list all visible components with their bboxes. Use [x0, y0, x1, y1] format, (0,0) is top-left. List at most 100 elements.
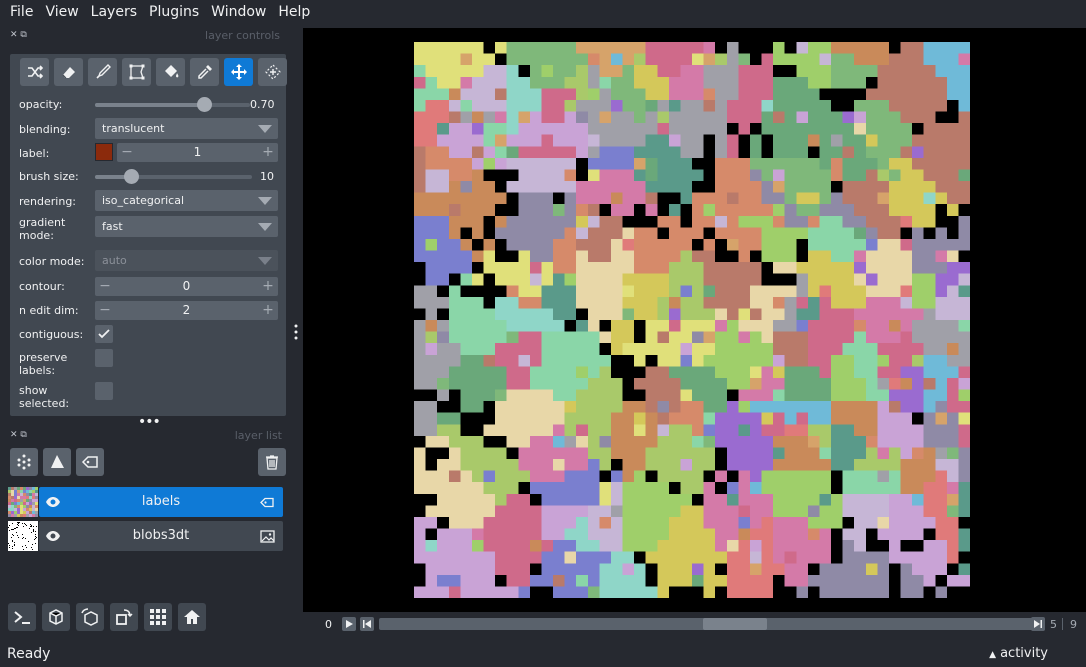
- step-forward-icon: [1034, 620, 1042, 628]
- grid-icon: [150, 609, 166, 625]
- label-tools: [20, 58, 290, 88]
- brush-size-label: brush size:: [19, 170, 79, 183]
- gradient-mode-label: gradient mode:: [19, 216, 66, 242]
- menu-view[interactable]: View: [39, 4, 84, 20]
- fill-button[interactable]: [156, 58, 185, 86]
- status-bar: Ready ▲ activity: [0, 641, 1086, 667]
- dock-splitter-handle[interactable]: [293, 322, 299, 342]
- viewer-canvas[interactable]: [303, 28, 1086, 612]
- pan-zoom-button[interactable]: [224, 58, 253, 86]
- new-labels-layer-button[interactable]: [76, 448, 104, 476]
- rendering-value: iso_categorical: [102, 194, 185, 207]
- chevron-down-icon: [258, 125, 272, 133]
- layer-item-labels[interactable]: labels: [8, 487, 283, 517]
- decrement-icon[interactable]: −: [95, 301, 115, 320]
- menu-plugins[interactable]: Plugins: [143, 4, 205, 20]
- cube-3d-icon: [49, 609, 63, 625]
- reset-view-button[interactable]: [178, 603, 206, 631]
- dock-close-float-icons[interactable]: ✕ ⧉: [10, 430, 27, 440]
- n-edit-dim-label: n edit dim:: [19, 304, 79, 317]
- menu-layers[interactable]: Layers: [85, 4, 143, 20]
- contiguous-checkbox[interactable]: [95, 325, 113, 343]
- layer-thumbnail: [8, 487, 38, 517]
- color-picker-icon: [197, 65, 212, 79]
- label-color-swatch[interactable]: [95, 143, 113, 161]
- console-button[interactable]: [8, 603, 36, 631]
- decrement-icon[interactable]: −: [117, 143, 137, 162]
- gradient-mode-value: fast: [102, 220, 123, 233]
- preserve-labels-checkbox[interactable]: [95, 349, 113, 367]
- increment-icon[interactable]: +: [258, 277, 278, 296]
- delete-layer-button[interactable]: [258, 448, 286, 476]
- label-spinbox[interactable]: − 1 +: [117, 143, 278, 162]
- increment-icon[interactable]: +: [258, 301, 278, 320]
- labels-image[interactable]: [414, 42, 970, 598]
- n-edit-dim-spinbox[interactable]: − 2 +: [95, 301, 278, 320]
- layer-item-body[interactable]: blobs3dt: [39, 521, 283, 551]
- layer-thumbnail: [8, 521, 38, 551]
- dims-max-value: 9: [1070, 618, 1077, 631]
- layer-item-body[interactable]: labels: [39, 487, 283, 517]
- grid-view-button[interactable]: [144, 603, 172, 631]
- layer-name[interactable]: blobs3dt: [69, 528, 253, 543]
- transform-button[interactable]: [258, 58, 287, 86]
- paint-button[interactable]: [88, 58, 117, 86]
- contour-spinbox[interactable]: − 0 +: [95, 277, 278, 296]
- dock-close-float-icons[interactable]: ✕ ⧉: [10, 30, 27, 40]
- step-back-button[interactable]: [360, 617, 374, 631]
- erase-button[interactable]: [54, 58, 83, 86]
- contiguous-label: contiguous:: [19, 328, 84, 341]
- play-icon: [346, 620, 353, 628]
- brush-size-slider-handle[interactable]: [124, 169, 140, 184]
- layer-controls-header: ✕ ⧉ layer controls: [0, 26, 290, 46]
- show-selected-checkbox[interactable]: [95, 382, 113, 400]
- pick-button[interactable]: [190, 58, 219, 86]
- layer-controls-panel: opacity: 0.70 blending: translucent labe…: [10, 54, 287, 416]
- layer-name[interactable]: labels: [69, 494, 253, 509]
- play-button[interactable]: [342, 617, 356, 631]
- step-forward-button[interactable]: [1031, 617, 1045, 631]
- dims-slider-handle[interactable]: [703, 618, 767, 630]
- brush-size-slider[interactable]: [95, 169, 252, 184]
- new-shapes-layer-button[interactable]: [43, 448, 71, 476]
- chevron-down-icon: [258, 223, 272, 231]
- roll-dims-button[interactable]: [76, 603, 104, 631]
- chevron-down-icon: [258, 197, 272, 205]
- eraser-icon: [62, 67, 75, 79]
- layer-list-header: ✕ ⧉ layer list: [0, 426, 290, 446]
- layer-item-blobs3dt[interactable]: blobs3dt: [8, 521, 283, 551]
- transpose-dims-button[interactable]: [110, 603, 138, 631]
- activity-toggle[interactable]: ▲ activity: [989, 646, 1048, 661]
- gradient-mode-select[interactable]: fast: [95, 216, 278, 237]
- layer-buttons: [10, 448, 286, 478]
- new-points-layer-button[interactable]: [10, 448, 38, 476]
- increment-icon[interactable]: +: [258, 143, 278, 162]
- menu-window[interactable]: Window: [205, 4, 272, 20]
- color-mode-select[interactable]: auto: [95, 250, 278, 271]
- blending-select[interactable]: translucent: [95, 118, 278, 139]
- opacity-slider[interactable]: [95, 97, 250, 112]
- preserve-labels-label: preserve labels:: [19, 351, 68, 377]
- toggle-ndisplay-button[interactable]: [42, 603, 70, 631]
- dims-current-value[interactable]: 5: [1050, 618, 1057, 631]
- menu-help[interactable]: Help: [272, 4, 316, 20]
- polygon-button[interactable]: [122, 58, 151, 86]
- layer-controls-title: layer controls: [205, 29, 280, 42]
- rendering-label: rendering:: [19, 195, 77, 208]
- rendering-select[interactable]: iso_categorical: [95, 190, 278, 211]
- eye-icon[interactable]: [45, 495, 61, 509]
- opacity-slider-handle[interactable]: [196, 97, 212, 112]
- eye-icon[interactable]: [45, 529, 61, 543]
- blending-label: blending:: [19, 123, 71, 136]
- label-value: 1: [193, 145, 202, 159]
- transpose-icon: [116, 609, 133, 625]
- label-label: label:: [19, 147, 50, 160]
- shuffle-colors-button[interactable]: [20, 58, 49, 86]
- label-tag-icon: [81, 456, 98, 468]
- decrement-icon[interactable]: −: [95, 277, 115, 296]
- layer-list-title: layer list: [234, 429, 282, 442]
- contour-value: 0: [182, 279, 191, 293]
- activity-label: activity: [1000, 646, 1048, 661]
- menu-file[interactable]: File: [4, 4, 39, 20]
- contour-label: contour:: [19, 280, 65, 293]
